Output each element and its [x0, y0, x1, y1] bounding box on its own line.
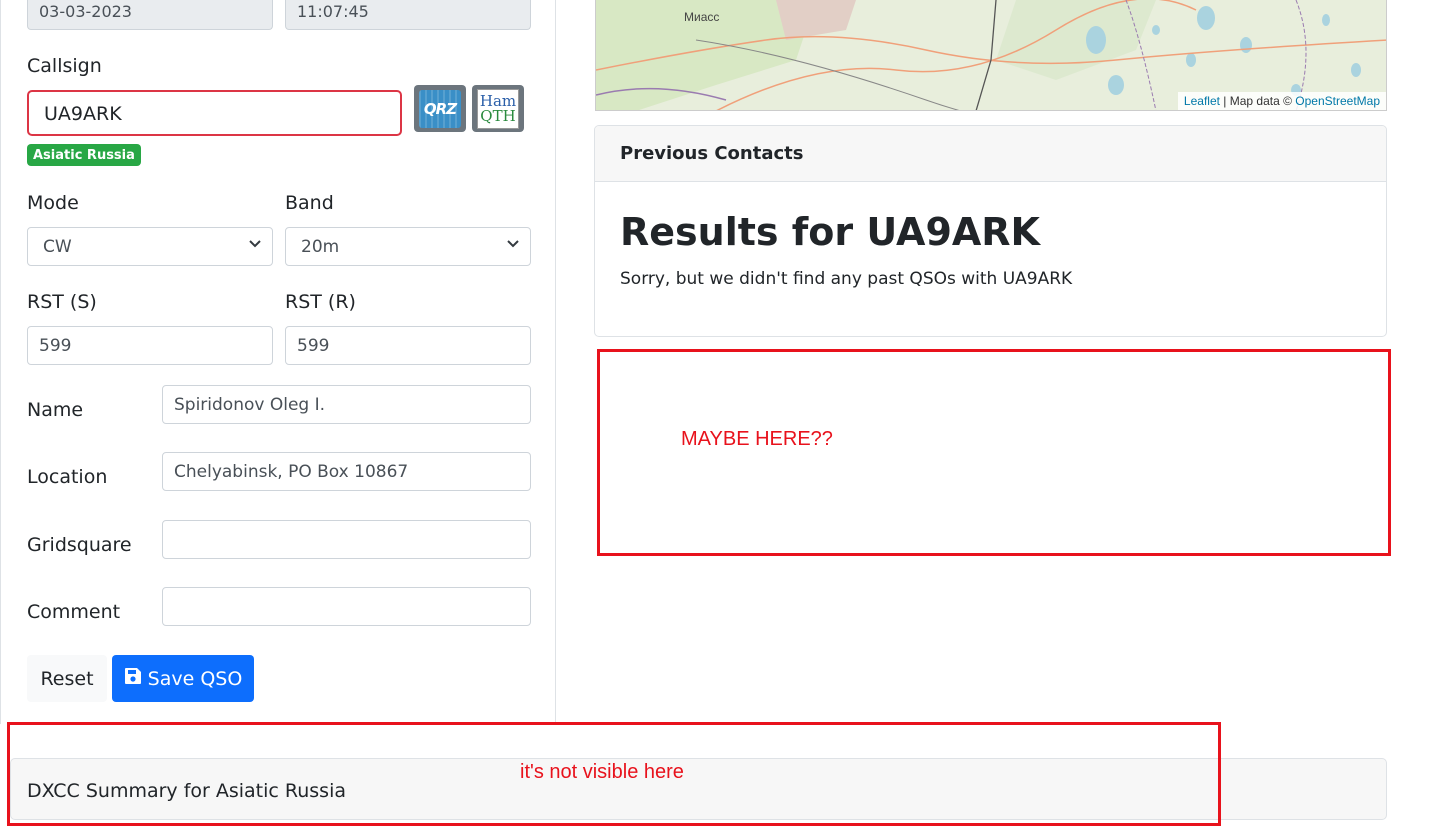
chevron-down-icon: [506, 236, 520, 254]
location-input[interactable]: Chelyabinsk, PO Box 10867: [162, 452, 531, 491]
hamqth-lookup-button[interactable]: Ham QTH: [472, 85, 524, 132]
no-results-message: Sorry, but we didn't find any past QSOs …: [620, 269, 1073, 289]
comment-label: Comment: [27, 601, 121, 623]
previous-contacts-card: Previous Contacts Results for UA9ARK Sor…: [594, 125, 1387, 337]
rst-received-input[interactable]: 599: [285, 326, 531, 365]
time-field[interactable]: 11:07:45: [285, 0, 531, 30]
name-input[interactable]: Spiridonov Oleg I.: [162, 385, 531, 424]
gridsquare-input[interactable]: [162, 520, 531, 559]
qso-form-panel: 03-03-2023 11:07:45 Callsign UA9ARK QRZ …: [0, 0, 556, 724]
rst-received-label: RST (R): [285, 291, 356, 313]
floppy-disk-icon: [124, 667, 142, 690]
location-label: Location: [27, 466, 108, 488]
callsign-input[interactable]: UA9ARK: [27, 90, 402, 136]
gridsquare-label: Gridsquare: [27, 534, 132, 556]
map-city-label: Миасс: [684, 10, 720, 24]
hamqth-logo-text-2: QTH: [480, 106, 516, 125]
map-attribution: Leaflet | Map data © OpenStreetMap: [1177, 92, 1386, 110]
comment-input[interactable]: [162, 587, 531, 626]
date-field[interactable]: 03-03-2023: [27, 0, 273, 30]
band-select[interactable]: 20m: [285, 227, 531, 266]
qrz-lookup-button[interactable]: QRZ: [414, 85, 466, 132]
band-label: Band: [285, 192, 334, 214]
annotation-box-maybe-here: [597, 349, 1391, 556]
rst-sent-label: RST (S): [27, 291, 97, 313]
qrz-logo-icon: QRZ: [419, 89, 461, 128]
band-select-value: 20m: [301, 237, 340, 257]
name-label: Name: [27, 399, 84, 421]
leaflet-link[interactable]: Leaflet: [1184, 94, 1220, 108]
mode-label: Mode: [27, 192, 79, 214]
mode-select-value: CW: [43, 237, 72, 257]
rst-sent-input[interactable]: 599: [27, 326, 273, 365]
save-qso-button[interactable]: Save QSO: [112, 655, 254, 702]
mode-select[interactable]: CW: [27, 227, 273, 266]
previous-contacts-header: Previous Contacts: [595, 126, 1386, 182]
save-qso-label: Save QSO: [147, 667, 243, 690]
reset-button[interactable]: Reset: [27, 655, 107, 702]
annotation-maybe-here: MAYBE HERE??: [681, 428, 833, 450]
station-map[interactable]: Миасс Leaflet | Map data © OpenStreetMap: [595, 0, 1387, 111]
map-attribution-separator: | Map data ©: [1219, 94, 1296, 108]
results-title: Results for UA9ARK: [620, 210, 1041, 254]
callsign-label: Callsign: [27, 55, 102, 77]
chevron-down-icon: [248, 236, 262, 254]
openstreetmap-link[interactable]: OpenStreetMap: [1295, 94, 1380, 108]
dxcc-country-badge: Asiatic Russia: [27, 144, 141, 166]
hamqth-logo-icon: Ham QTH: [477, 88, 519, 129]
annotation-not-visible: it's not visible here: [520, 761, 684, 783]
